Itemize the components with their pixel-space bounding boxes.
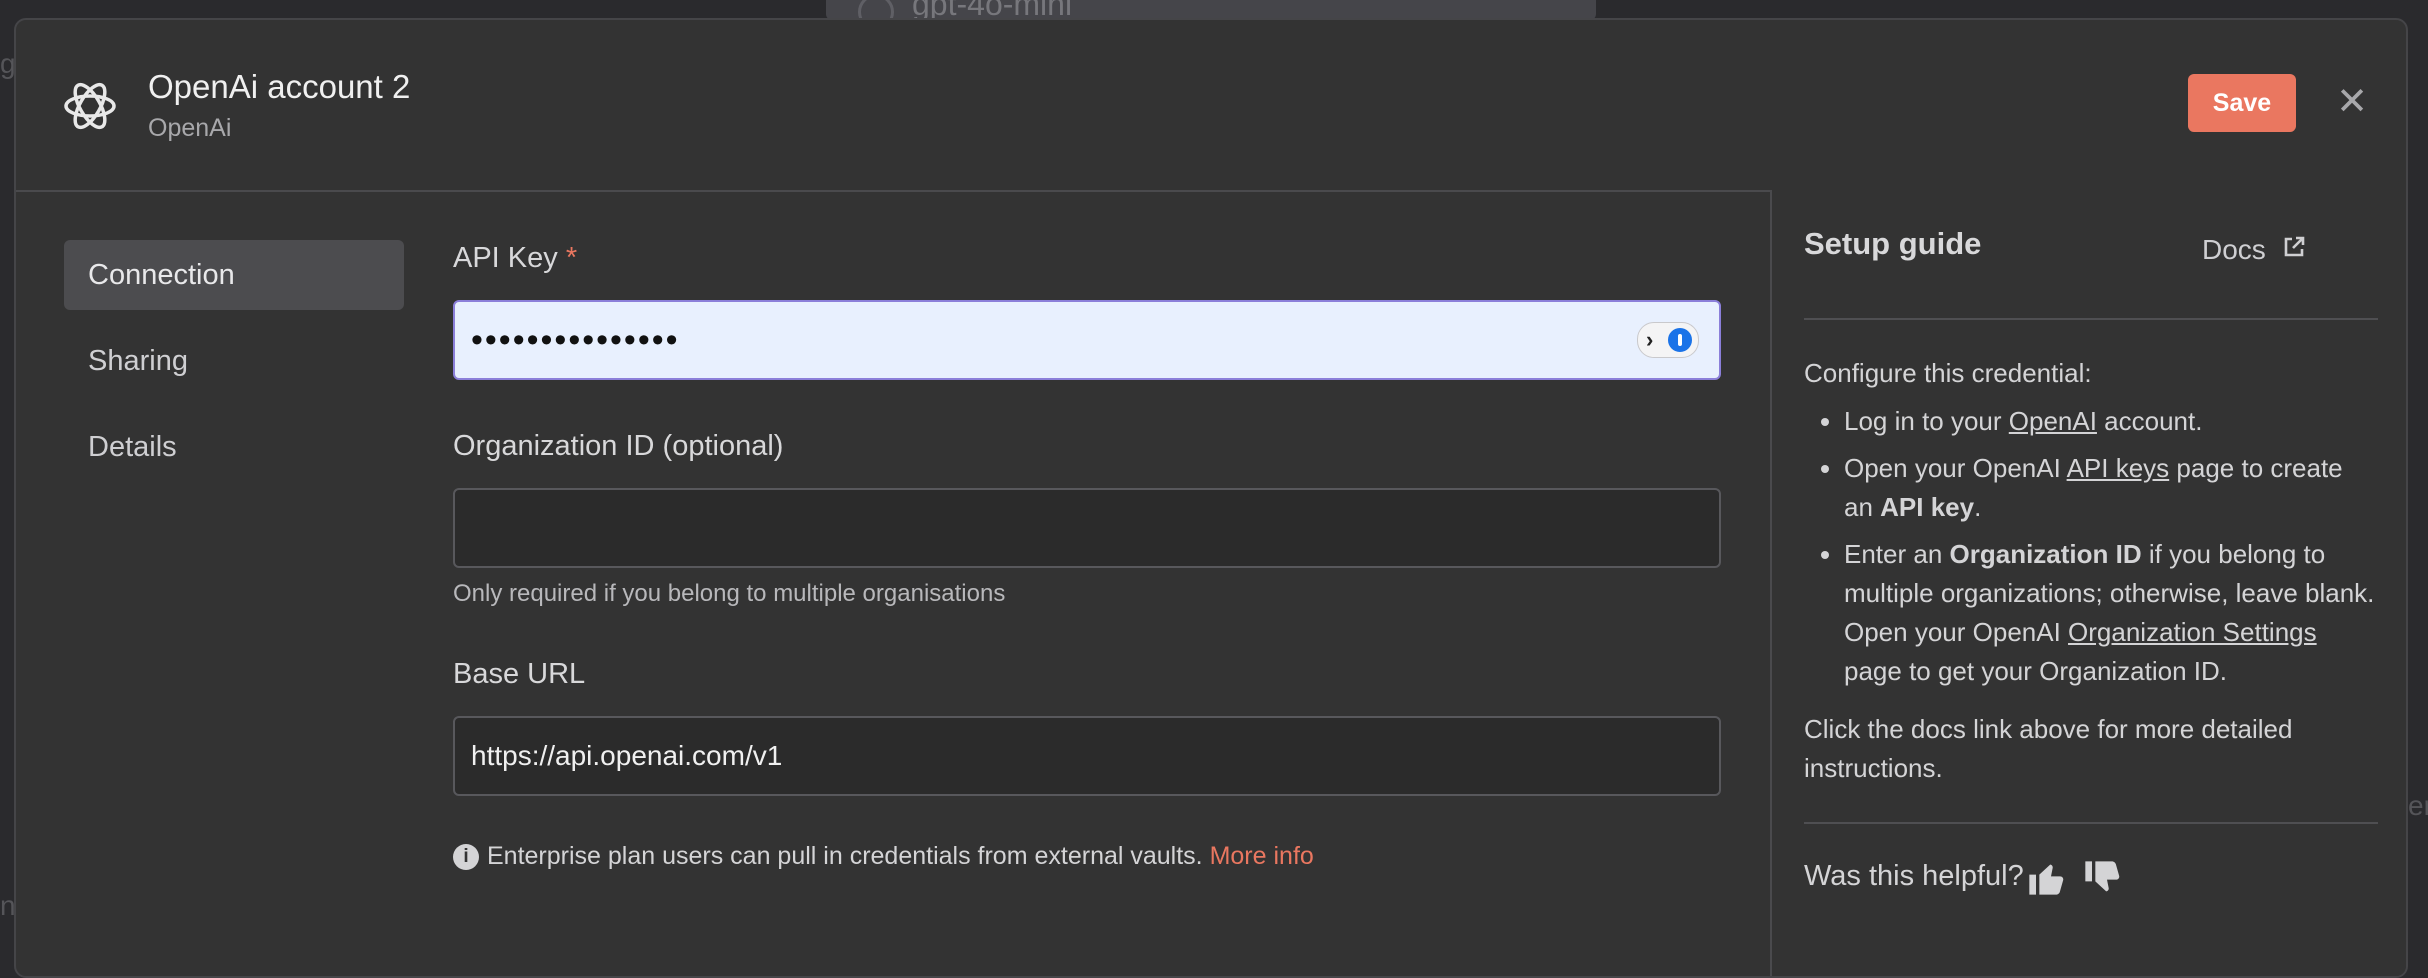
thumbs-up-icon[interactable] [2026, 858, 2066, 898]
guide-text-run: Enter an [1844, 539, 1950, 569]
guide-bold-run: API key [1880, 492, 1975, 522]
guide-text-run: Log in to your [1844, 406, 2009, 436]
org-id-input[interactable] [453, 488, 1721, 568]
nav-item-details[interactable]: Details [64, 412, 404, 482]
base-url-label: Base URL [453, 658, 586, 690]
thumbs-down-icon[interactable] [2082, 858, 2122, 898]
guide-step-2: Open your OpenAI API keys page to create… [1844, 449, 2378, 527]
docs-label: Docs [2202, 234, 2266, 265]
guide-text-run: . [1974, 492, 1982, 522]
modal-header: OpenAi account 2 OpenAi Save ✕ [16, 20, 2406, 192]
guide-divider [1804, 822, 2378, 824]
guide-divider [1804, 318, 2378, 320]
background-fragment: er [2408, 790, 2428, 821]
password-manager-badge[interactable]: › [1637, 322, 1699, 358]
guide-title: Setup guide [1804, 226, 1982, 261]
organization-settings-link[interactable]: Organization Settings [2068, 617, 2317, 647]
api-keys-link[interactable]: API keys [2067, 453, 2170, 483]
setup-guide-panel: Setup guide Docs Configure this credenti… [1770, 190, 2406, 976]
enterprise-notice: i Enterprise plan users can pull in crede… [453, 842, 1314, 871]
api-key-input[interactable]: ••••••••••••••• › [453, 300, 1721, 380]
guide-text-run: Open your OpenAI [1844, 453, 2067, 483]
close-icon[interactable]: ✕ [2332, 82, 2372, 122]
password-manager-icon [1668, 328, 1692, 352]
nav-item-connection[interactable]: Connection [64, 240, 404, 310]
guide-bold-run: Organization ID [1949, 539, 2142, 569]
openai-logo-icon [64, 82, 116, 130]
guide-text-run: page to get your Organization ID. [1844, 656, 2228, 686]
modal-title: OpenAi account 2 [148, 68, 411, 105]
guide-step-1: Log in to your OpenAI account. [1844, 402, 2378, 441]
nav-item-sharing[interactable]: Sharing [64, 326, 404, 396]
api-key-value: ••••••••••••••• [471, 321, 680, 359]
guide-intro: Configure this credential: [1804, 358, 2092, 388]
org-id-hint: Only required if you belong to multiple … [453, 580, 1006, 607]
chevron-right-icon: › [1646, 327, 1656, 352]
openai-link[interactable]: OpenAI [2009, 406, 2097, 436]
modal-subtitle: OpenAi [148, 114, 232, 142]
external-link-icon [2284, 236, 2304, 257]
api-key-label: API Key * [453, 242, 577, 275]
save-button[interactable]: Save [2188, 74, 2296, 132]
guide-steps: Log in to your OpenAI account. Open your… [1804, 402, 2378, 699]
notice-text: Enterprise plan users can pull in creden… [487, 842, 1203, 870]
docs-link[interactable]: Docs [2202, 234, 2306, 266]
more-info-link[interactable]: More info [1210, 842, 1314, 870]
base-url-input[interactable]: https://api.openai.com/v1 [453, 716, 1721, 796]
credential-modal: OpenAi account 2 OpenAi Save ✕ Connectio… [14, 18, 2408, 978]
helpful-prompt: Was this helpful? [1804, 860, 2024, 892]
guide-text-run: account. [2096, 406, 2203, 436]
api-key-label-text: API Key [453, 242, 558, 274]
org-id-label: Organization ID (optional) [453, 430, 784, 462]
info-icon: i [453, 844, 479, 871]
guide-footer: Click the docs link above for more detai… [1804, 714, 2293, 783]
guide-step-3: Enter an Organization ID if you belong t… [1844, 535, 2378, 691]
required-marker: * [565, 242, 578, 274]
